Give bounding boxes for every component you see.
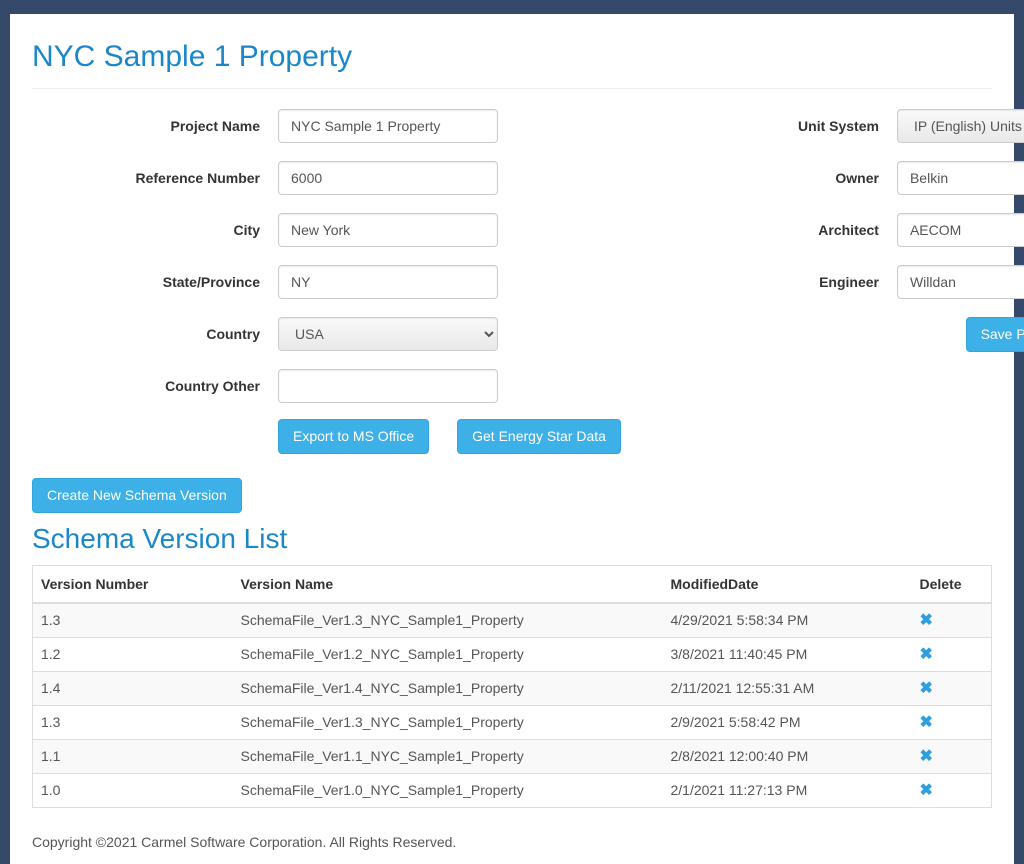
schema-list-title: Schema Version List	[32, 523, 992, 555]
cell-version-name: SchemaFile_Ver1.1_NYC_Sample1_Property	[233, 739, 663, 773]
save-project-inputs-button[interactable]: Save Project Inputs	[966, 317, 1024, 352]
cell-version-name: SchemaFile_Ver1.0_NYC_Sample1_Property	[233, 773, 663, 807]
form-column-left: Project Name Reference Number City State…	[32, 109, 621, 466]
cell-version-number: 1.2	[33, 637, 233, 671]
table-row: 1.3SchemaFile_Ver1.3_NYC_Sample1_Propert…	[33, 603, 992, 638]
cell-modified-date: 2/8/2021 12:00:40 PM	[663, 739, 912, 773]
table-row: 1.3SchemaFile_Ver1.3_NYC_Sample1_Propert…	[33, 705, 992, 739]
unit-system-select[interactable]: IP (English) Units	[897, 109, 1024, 143]
cell-delete: ✖	[912, 637, 992, 671]
table-row: 1.4SchemaFile_Ver1.4_NYC_Sample1_Propert…	[33, 671, 992, 705]
col-modified-date: ModifiedDate	[663, 565, 912, 603]
cell-modified-date: 2/1/2021 11:27:13 PM	[663, 773, 912, 807]
table-row: 1.2SchemaFile_Ver1.2_NYC_Sample1_Propert…	[33, 637, 992, 671]
cell-version-name: SchemaFile_Ver1.2_NYC_Sample1_Property	[233, 637, 663, 671]
state-input[interactable]	[278, 265, 498, 299]
country-select[interactable]: USA	[278, 317, 498, 351]
cell-modified-date: 2/9/2021 5:58:42 PM	[663, 705, 912, 739]
col-version-name: Version Name	[233, 565, 663, 603]
architect-input[interactable]	[897, 213, 1024, 247]
cell-version-number: 1.4	[33, 671, 233, 705]
label-engineer: Engineer	[651, 274, 897, 290]
project-name-input[interactable]	[278, 109, 498, 143]
engineer-input[interactable]	[897, 265, 1024, 299]
cell-version-name: SchemaFile_Ver1.3_NYC_Sample1_Property	[233, 603, 663, 638]
footer-copyright: Copyright ©2021 Carmel Software Corporat…	[10, 816, 1014, 864]
col-version-number: Version Number	[33, 565, 233, 603]
cell-modified-date: 2/11/2021 12:55:31 AM	[663, 671, 912, 705]
cell-delete: ✖	[912, 671, 992, 705]
label-city: City	[32, 222, 278, 238]
create-schema-version-button[interactable]: Create New Schema Version	[32, 478, 242, 513]
delete-icon[interactable]: ✖	[920, 647, 933, 663]
cell-version-name: SchemaFile_Ver1.4_NYC_Sample1_Property	[233, 671, 663, 705]
delete-icon[interactable]: ✖	[920, 681, 933, 697]
owner-input[interactable]	[897, 161, 1024, 195]
cell-delete: ✖	[912, 603, 992, 638]
cell-version-number: 1.1	[33, 739, 233, 773]
table-row: 1.1SchemaFile_Ver1.1_NYC_Sample1_Propert…	[33, 739, 992, 773]
delete-icon[interactable]: ✖	[920, 715, 933, 731]
label-unit-system: Unit System	[651, 118, 897, 134]
label-architect: Architect	[651, 222, 897, 238]
label-project-name: Project Name	[32, 118, 278, 134]
city-input[interactable]	[278, 213, 498, 247]
cell-delete: ✖	[912, 705, 992, 739]
label-country-other: Country Other	[32, 378, 278, 394]
energy-star-button[interactable]: Get Energy Star Data	[457, 419, 621, 454]
cell-version-number: 1.0	[33, 773, 233, 807]
country-other-input[interactable]	[278, 369, 498, 403]
delete-icon[interactable]: ✖	[920, 783, 933, 799]
cell-version-number: 1.3	[33, 603, 233, 638]
reference-number-input[interactable]	[278, 161, 498, 195]
cell-delete: ✖	[912, 773, 992, 807]
cell-modified-date: 3/8/2021 11:40:45 PM	[663, 637, 912, 671]
delete-icon[interactable]: ✖	[920, 613, 933, 629]
label-owner: Owner	[651, 170, 897, 186]
delete-icon[interactable]: ✖	[920, 749, 933, 765]
export-button[interactable]: Export to MS Office	[278, 419, 429, 454]
page-title: NYC Sample 1 Property	[32, 40, 992, 74]
col-delete: Delete	[912, 565, 992, 603]
cell-modified-date: 4/29/2021 5:58:34 PM	[663, 603, 912, 638]
schema-version-table: Version Number Version Name ModifiedDate…	[32, 565, 992, 808]
label-reference-number: Reference Number	[32, 170, 278, 186]
table-row: 1.0SchemaFile_Ver1.0_NYC_Sample1_Propert…	[33, 773, 992, 807]
form-column-right: Unit System IP (English) Units Owner Arc…	[651, 109, 1024, 466]
project-form: Project Name Reference Number City State…	[32, 109, 992, 466]
label-country: Country	[32, 326, 278, 342]
label-state: State/Province	[32, 274, 278, 290]
divider	[32, 88, 992, 89]
cell-version-name: SchemaFile_Ver1.3_NYC_Sample1_Property	[233, 705, 663, 739]
cell-version-number: 1.3	[33, 705, 233, 739]
cell-delete: ✖	[912, 739, 992, 773]
